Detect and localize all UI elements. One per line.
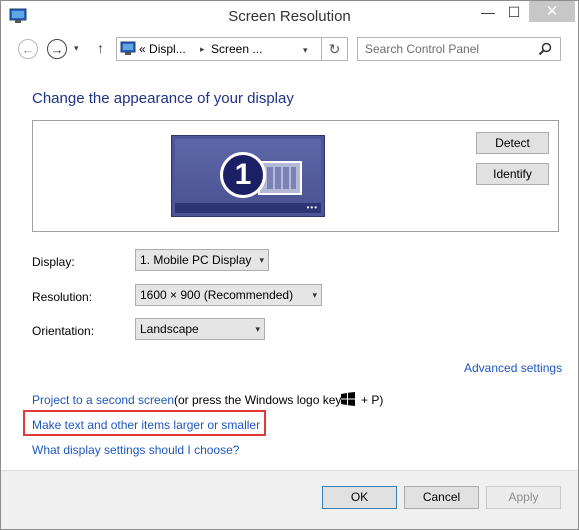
apply-button[interactable]: Apply — [486, 486, 561, 509]
minimize-button[interactable]: — — [475, 1, 501, 23]
breadcrumb-separator-icon[interactable]: ▸ — [200, 44, 205, 55]
close-button[interactable]: ✕ — [529, 1, 575, 22]
breadcrumb-prefix: « — [139, 42, 146, 56]
address-dropdown-icon[interactable]: ▾ — [303, 45, 308, 56]
windows-logo-icon — [341, 392, 355, 406]
recent-locations-dropdown[interactable]: ▾ — [74, 43, 79, 54]
forward-button[interactable]: → — [47, 39, 67, 59]
monitor-number-badge: 1 — [220, 152, 266, 198]
chevron-down-icon: ▾ — [259, 255, 264, 265]
display-select-value: 1. Mobile PC Display — [140, 253, 252, 267]
title-bar: Screen Resolution — ☐ ✕ — [1, 1, 578, 32]
chevron-down-icon: ▾ — [312, 290, 317, 300]
display-help-link[interactable]: What display settings should I choose? — [32, 443, 239, 457]
search-input[interactable] — [365, 41, 530, 57]
chevron-down-icon: ▾ — [255, 324, 260, 334]
text-size-link[interactable]: Make text and other items larger or smal… — [32, 418, 260, 432]
display-select[interactable]: 1. Mobile PC Display ▾ — [135, 249, 269, 271]
refresh-button[interactable]: ↻ — [322, 37, 348, 61]
up-button[interactable]: ↑ — [97, 40, 104, 56]
back-button[interactable]: ← — [18, 39, 38, 59]
cancel-button[interactable]: Cancel — [404, 486, 479, 509]
advanced-settings-link[interactable]: Advanced settings — [464, 361, 562, 375]
orientation-label: Orientation: — [32, 324, 95, 338]
detect-button[interactable]: Detect — [476, 132, 549, 154]
orientation-select[interactable]: Landscape ▾ — [135, 318, 265, 340]
project-second-screen-link[interactable]: Project to a second screen — [32, 393, 174, 407]
navigation-bar: ← → ▾ ↑ « Displ... ▸ Screen ... ▾ ↻ — [1, 32, 578, 68]
project-shortcut-keys: + P) — [361, 393, 384, 407]
resolution-select-value: 1600 × 900 (Recommended) — [140, 288, 294, 302]
resolution-label: Resolution: — [32, 290, 93, 304]
breadcrumb-screen-resolution[interactable]: Screen ... — [211, 42, 262, 56]
screen-resolution-window: Screen Resolution — ☐ ✕ ← → ▾ ↑ « Displ.… — [0, 0, 579, 530]
monitor-dots-icon: ••• — [306, 203, 318, 212]
breadcrumb-display[interactable]: « Displ... — [139, 42, 186, 56]
search-box[interactable] — [357, 37, 561, 61]
project-shortcut-note: (or press the Windows logo key — [174, 393, 342, 407]
orientation-select-value: Landscape — [140, 322, 199, 336]
breadcrumb-label-display: Displ... — [149, 42, 186, 56]
dialog-footer: OK Cancel Apply — [1, 471, 578, 529]
display-label: Display: — [32, 255, 75, 269]
monitor-arrangement-panel: 1 ••• Detect Identify — [32, 120, 559, 232]
monitor-taskbar — [175, 203, 321, 213]
monitor-1-thumbnail[interactable]: 1 ••• — [171, 135, 325, 217]
display-icon — [120, 41, 136, 55]
maximize-button[interactable]: ☐ — [501, 1, 527, 23]
page-heading: Change the appearance of your display — [32, 90, 294, 107]
identify-button[interactable]: Identify — [476, 163, 549, 185]
address-bar[interactable]: « Displ... ▸ Screen ... ▾ — [116, 37, 322, 61]
resolution-select[interactable]: 1600 × 900 (Recommended) ▾ — [135, 284, 322, 306]
ok-button[interactable]: OK — [322, 486, 397, 509]
search-icon[interactable] — [538, 42, 552, 56]
